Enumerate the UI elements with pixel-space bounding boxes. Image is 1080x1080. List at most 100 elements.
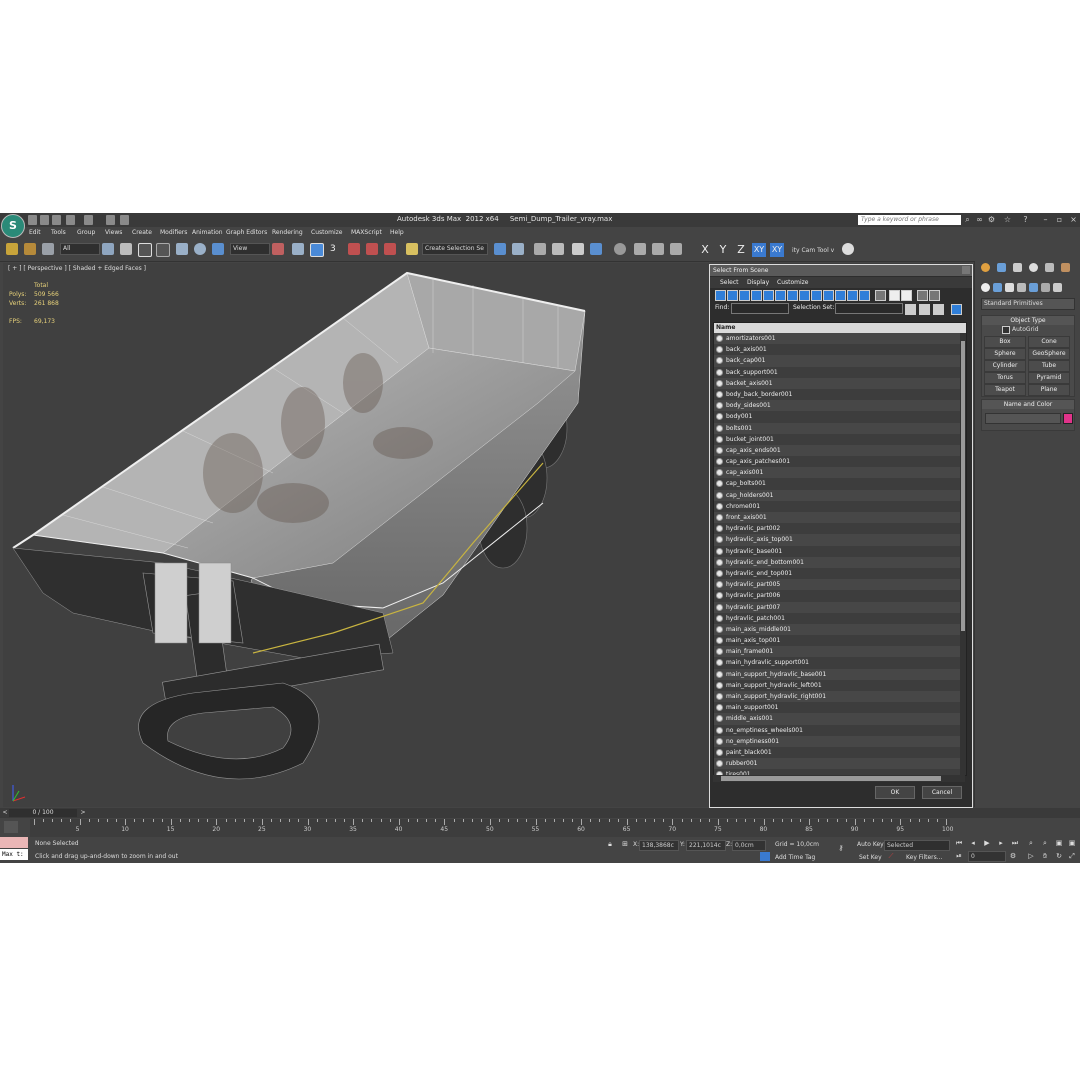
list-item[interactable]: hydravlic_end_bottom001: [714, 556, 960, 568]
list-vertical-scrollbar[interactable]: [960, 333, 966, 775]
list-item[interactable]: rubber001: [714, 758, 960, 770]
list-item[interactable]: middle_axis001: [714, 713, 960, 725]
primitives-dropdown[interactable]: Standard Primitives: [981, 298, 1075, 310]
menu-views[interactable]: Views: [105, 229, 122, 236]
list-item[interactable]: cap_axis_patches001: [714, 456, 960, 468]
display-xrefs-icon[interactable]: [799, 290, 810, 301]
snaps-toggle-icon[interactable]: 3: [330, 243, 342, 255]
render-production-icon[interactable]: [670, 243, 682, 255]
display-lights-icon[interactable]: [739, 290, 750, 301]
dialog-close-icon[interactable]: [962, 266, 970, 274]
display-containers-icon[interactable]: [823, 290, 834, 301]
select-none-icon[interactable]: [919, 304, 930, 315]
angle-snap-icon[interactable]: [348, 243, 360, 255]
menu-help[interactable]: Help: [390, 229, 404, 236]
bind-space-warp-icon[interactable]: [42, 243, 54, 255]
dialog-menu-display[interactable]: Display: [747, 279, 769, 286]
list-item[interactable]: hydravlic_axis_top001: [714, 534, 960, 546]
spinner-snap-icon[interactable]: [384, 243, 396, 255]
zoom-icon[interactable]: ⌕: [1026, 839, 1036, 848]
auto-key-button[interactable]: Auto Key: [857, 841, 884, 848]
key-filters-button[interactable]: Key Filters...: [906, 854, 943, 861]
list-item[interactable]: cap_axis_ends001: [714, 444, 960, 457]
zoom-extents-icon[interactable]: ▣: [1054, 839, 1064, 848]
trackbar-filter-icon[interactable]: [4, 821, 18, 833]
display-spacewarps-icon[interactable]: [775, 290, 786, 301]
menu-graph-editors[interactable]: Graph Editors: [226, 229, 267, 236]
absolute-mode-icon[interactable]: ⊞: [620, 840, 630, 849]
list-item[interactable]: hydravlic_patch001: [714, 612, 960, 624]
filter-icon[interactable]: [917, 290, 928, 301]
select-and-move-icon[interactable]: [176, 243, 188, 255]
set-key-button[interactable]: Set Key: [859, 854, 882, 861]
help-search-input[interactable]: Type a keyword or phrase: [858, 215, 961, 225]
axis-z-button[interactable]: Z: [734, 243, 748, 257]
autogrid-checkbox[interactable]: [1002, 326, 1010, 334]
time-slider[interactable]: 0 / 100: [9, 809, 77, 817]
dialog-menu-customize[interactable]: Customize: [777, 279, 809, 286]
select-object-icon[interactable]: [102, 243, 114, 255]
list-scroll-thumb[interactable]: [961, 341, 965, 631]
subscription-icon[interactable]: ⚙: [987, 215, 996, 224]
previous-frame-icon[interactable]: ◂: [968, 839, 978, 848]
help-icon[interactable]: ?: [1021, 215, 1030, 224]
cameras-icon[interactable]: [1017, 283, 1026, 292]
display-invert-icon[interactable]: [901, 290, 912, 301]
key-mode-toggle-icon[interactable]: ⏯: [954, 852, 964, 861]
restore-icon[interactable]: ▫: [1055, 215, 1064, 224]
object-color-swatch[interactable]: [1063, 413, 1073, 424]
project-folder-icon[interactable]: [106, 215, 115, 225]
selection-lock-icon[interactable]: 🔒︎: [605, 840, 615, 849]
app-menu-button[interactable]: S: [1, 214, 25, 238]
list-item[interactable]: hydravlic_base001: [714, 545, 960, 557]
display-none-icon[interactable]: [889, 290, 900, 301]
display-particles-icon[interactable]: [859, 290, 870, 301]
list-item[interactable]: main_support_hydravlic_right001: [714, 691, 960, 703]
list-item[interactable]: hydravlic_part002: [714, 523, 960, 535]
material-editor-icon[interactable]: [614, 243, 626, 255]
menu-create[interactable]: Create: [132, 229, 152, 236]
column-header-name[interactable]: Name: [714, 323, 966, 333]
list-item[interactable]: hydravlic_part005: [714, 579, 960, 591]
display-geometry-icon[interactable]: [715, 290, 726, 301]
modify-tab-icon[interactable]: [997, 263, 1006, 272]
next-frame-icon[interactable]: ▸: [996, 839, 1006, 848]
name-and-color-header[interactable]: Name and Color: [982, 400, 1074, 409]
open-file-icon[interactable]: [40, 215, 49, 225]
menu-group[interactable]: Group: [77, 229, 95, 236]
axis-xy-button[interactable]: XY: [752, 243, 766, 257]
ok-button[interactable]: OK: [875, 786, 915, 799]
city-cam-tool-label[interactable]: ity Cam Tool v: [792, 247, 834, 254]
render-setup-icon[interactable]: [634, 243, 646, 255]
helpers-icon[interactable]: [1029, 283, 1038, 292]
select-by-name-icon[interactable]: [120, 243, 132, 255]
cone-button[interactable]: Cone: [1028, 336, 1070, 348]
select-and-rotate-icon[interactable]: [194, 243, 206, 255]
y-coordinate[interactable]: 221,1014c: [686, 840, 726, 851]
display-groups-icon[interactable]: [787, 290, 798, 301]
list-item[interactable]: main_support001: [714, 702, 960, 714]
list-item[interactable]: back_support001: [714, 366, 960, 378]
rendered-frame-window-icon[interactable]: [652, 243, 664, 255]
list-item[interactable]: chrome001: [714, 500, 960, 512]
display-all-icon[interactable]: [875, 290, 886, 301]
new-file-icon[interactable]: [28, 215, 37, 225]
display-bones-icon[interactable]: [811, 290, 822, 301]
list-item[interactable]: body_back_border001: [714, 388, 960, 401]
sphere-button[interactable]: Sphere: [984, 348, 1026, 360]
list-item[interactable]: cap_holders001: [714, 489, 960, 501]
selection-set-dropdown[interactable]: [835, 303, 903, 314]
add-time-tag[interactable]: Add Time Tag: [775, 854, 815, 861]
pan-icon[interactable]: ✋︎: [1040, 852, 1050, 861]
list-item[interactable]: back_cap001: [714, 355, 960, 367]
list-item[interactable]: bucket_joint001: [714, 433, 960, 445]
binoculars-icon[interactable]: ∞: [975, 215, 984, 224]
undo-icon[interactable]: [66, 215, 75, 225]
redo-icon[interactable]: [84, 215, 93, 225]
utilities-tab-icon[interactable]: [1061, 263, 1070, 272]
reference-coordinate-dropdown[interactable]: View: [230, 243, 270, 255]
list-item[interactable]: cap_axis001: [714, 467, 960, 479]
list-item[interactable]: hydravlic_end_top001: [714, 567, 960, 580]
go-to-end-icon[interactable]: ⏭: [1010, 839, 1020, 848]
edit-named-selection-icon[interactable]: [406, 243, 418, 255]
